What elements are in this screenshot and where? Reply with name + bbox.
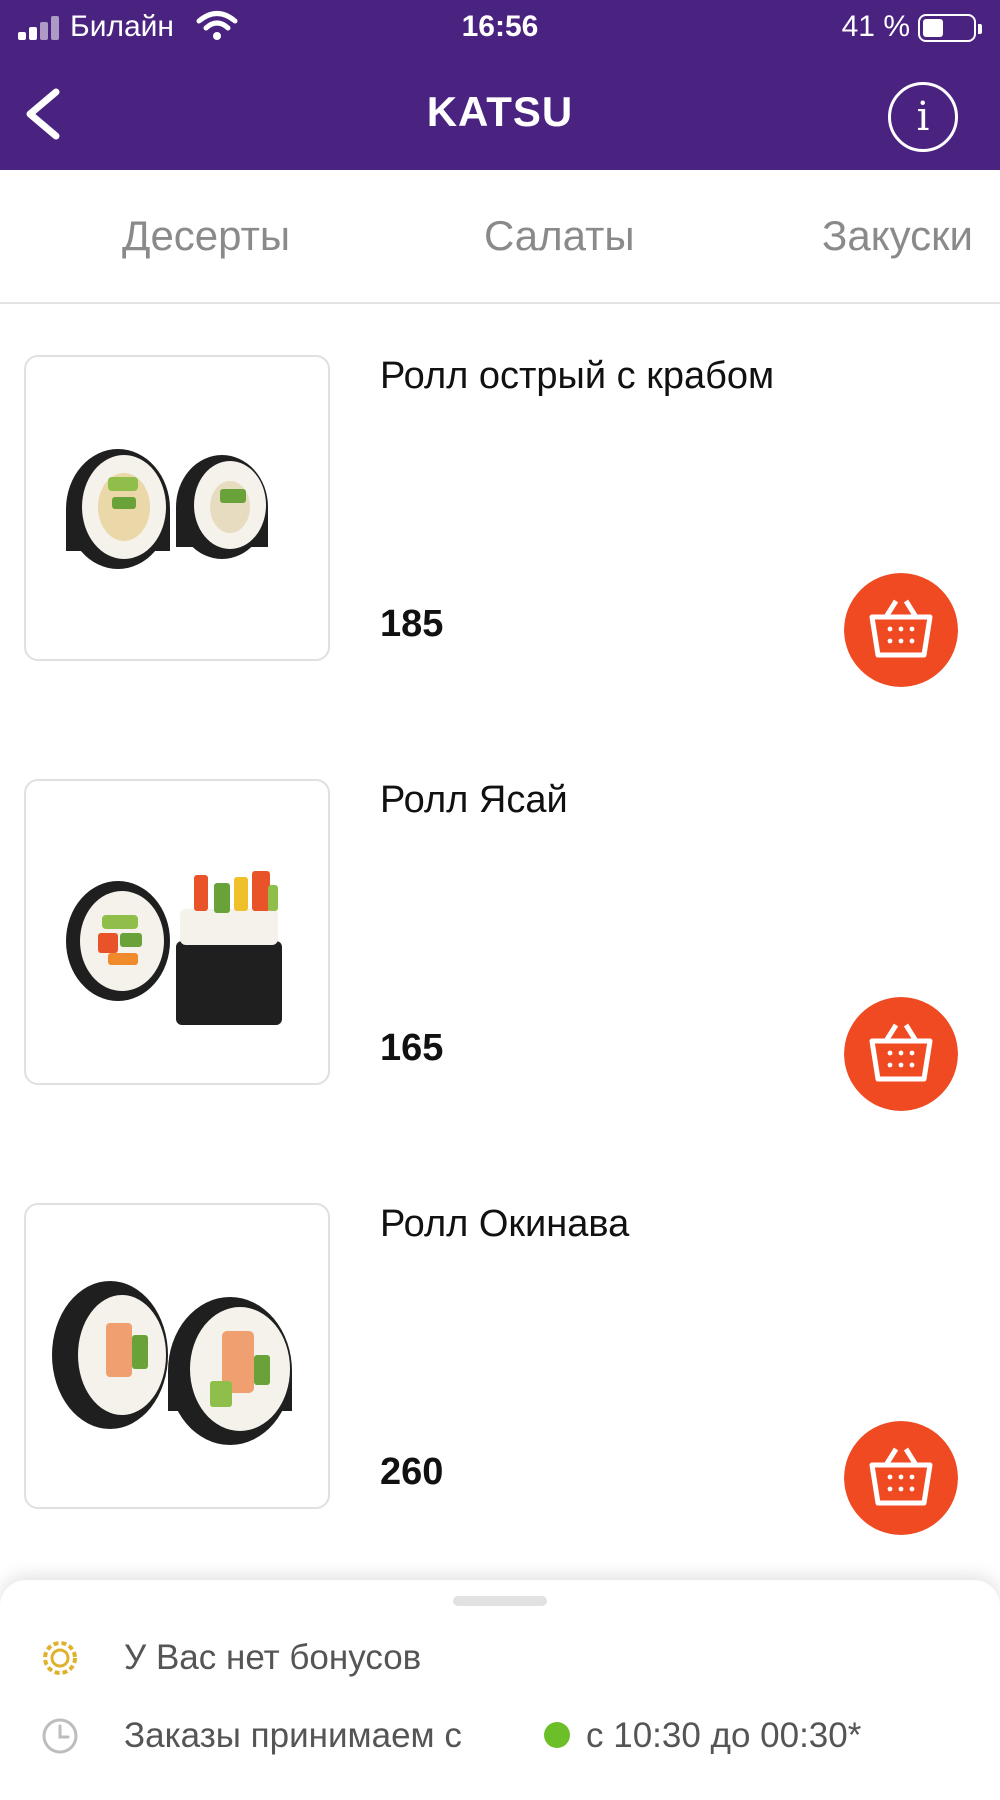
info-icon: i — [916, 94, 930, 140]
add-to-cart-button[interactable] — [844, 1421, 958, 1535]
sheet-drag-handle[interactable] — [453, 1596, 547, 1606]
product-card[interactable]: Ролл Окинава 260 — [0, 1203, 1000, 1535]
page-title: KATSU — [426, 88, 574, 135]
bonus-text: У Вас нет бонусов — [124, 1638, 422, 1677]
product-image[interactable] — [24, 355, 330, 661]
status-bar: Билайн 16:56 41 % — [0, 0, 1000, 60]
tab-salads[interactable]: Салаты — [484, 212, 635, 260]
product-image[interactable] — [24, 779, 330, 1085]
info-bottom-sheet[interactable] — [0, 1580, 1000, 1800]
app-header: Билайн 16:56 41 % KATSU i — [0, 0, 1000, 170]
tab-snacks[interactable]: Закуски — [822, 212, 973, 260]
add-to-cart-button[interactable] — [844, 997, 958, 1111]
product-card[interactable]: Ролл острый с крабом 185 — [0, 355, 1000, 687]
open-status-dot — [544, 1722, 570, 1748]
info-button[interactable]: i — [888, 82, 958, 152]
product-price: 260 — [380, 1451, 444, 1493]
clock-icon — [42, 1718, 78, 1754]
add-to-cart-button[interactable] — [844, 573, 958, 687]
category-tabs: Десерты Салаты Закуски — [0, 170, 1000, 304]
bonus-icon — [43, 1641, 77, 1675]
product-price: 165 — [380, 1027, 444, 1069]
product-price: 185 — [380, 603, 444, 645]
product-name[interactable]: Ролл Окинава — [380, 1203, 629, 1246]
product-name[interactable]: Ролл Ясай — [380, 779, 568, 822]
product-name[interactable]: Ролл острый с крабом — [380, 355, 774, 398]
battery-level — [923, 19, 943, 37]
order-hours-value: с 10:30 до 00:30* — [586, 1716, 862, 1755]
product-card[interactable]: Ролл Ясай 165 — [0, 779, 1000, 1111]
battery-icon — [918, 14, 982, 42]
tab-desserts[interactable]: Десерты — [122, 212, 290, 260]
order-hours-label: Заказы принимаем с — [124, 1716, 462, 1755]
product-image[interactable] — [24, 1203, 330, 1509]
battery-percent: 41 % — [841, 10, 910, 43]
